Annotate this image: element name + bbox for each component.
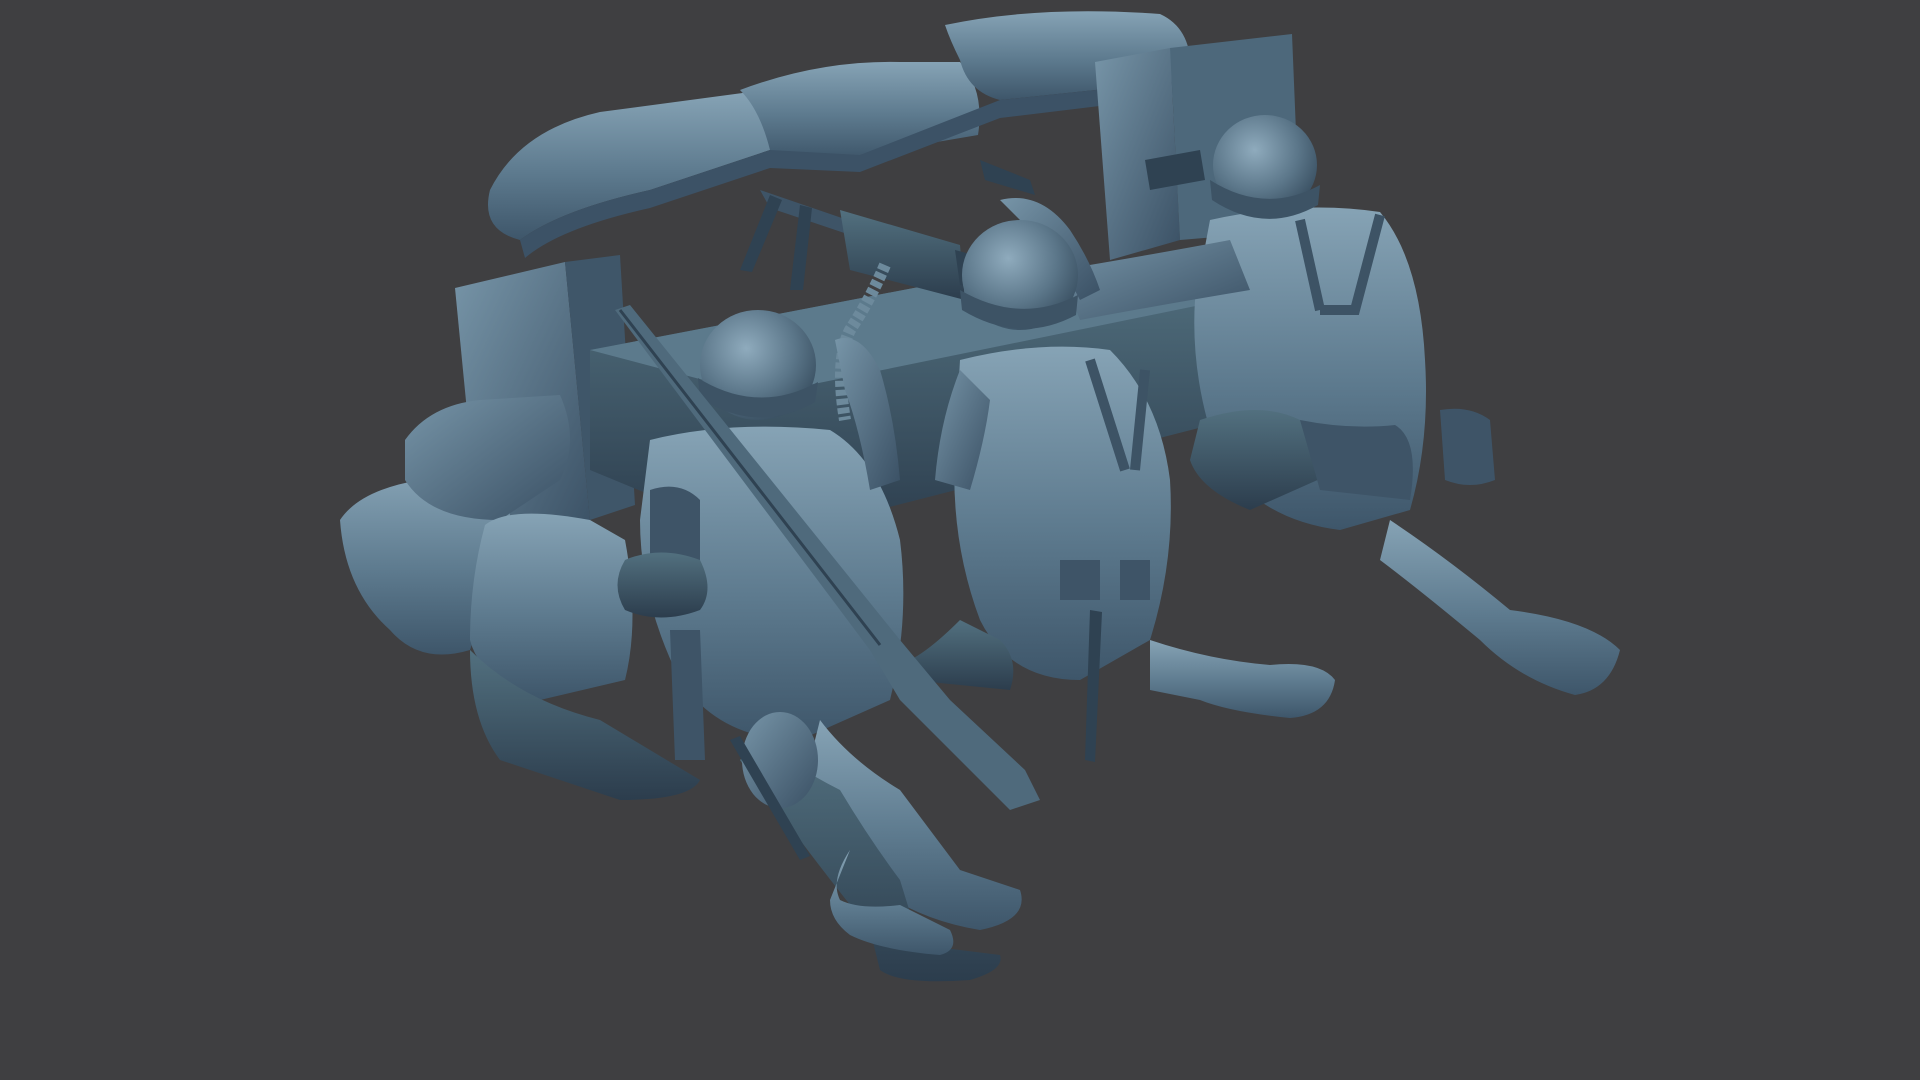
bedroll (617, 552, 708, 618)
viewport (0, 0, 1920, 1080)
pistol (980, 160, 1035, 195)
machine-gun (740, 190, 990, 300)
sculpt-render (340, 11, 1620, 982)
